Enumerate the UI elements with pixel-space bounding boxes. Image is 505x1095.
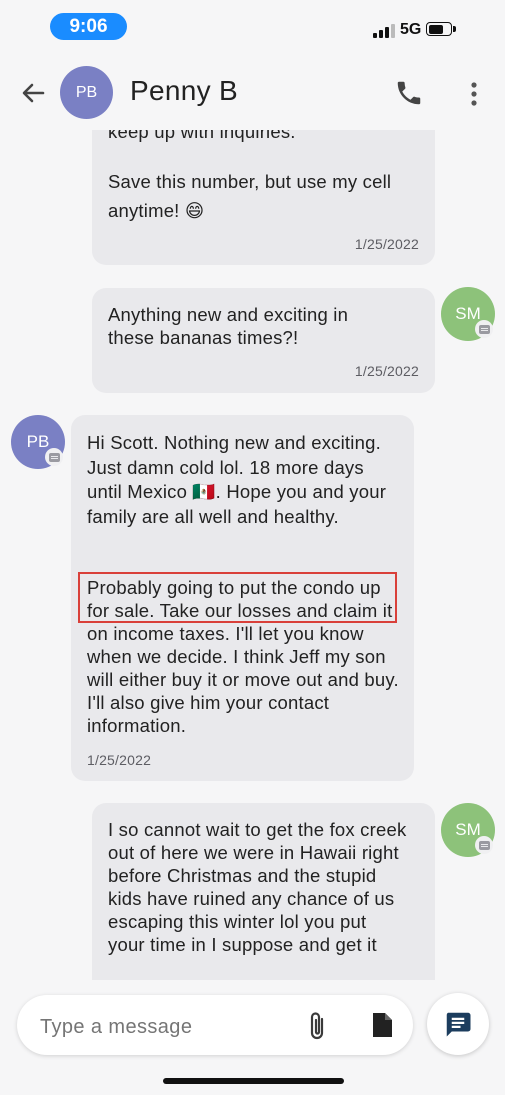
document-icon[interactable] bbox=[370, 1011, 394, 1039]
message-date: 1/25/2022 bbox=[354, 363, 419, 379]
battery-icon bbox=[426, 22, 452, 36]
sms-badge-icon bbox=[475, 836, 493, 854]
message-date: 1/25/2022 bbox=[354, 236, 419, 252]
signal-icon bbox=[373, 24, 395, 38]
message-text: keep up with inquiries. bbox=[108, 130, 296, 142]
more-options-icon[interactable] bbox=[462, 80, 486, 108]
message-input[interactable] bbox=[38, 1013, 292, 1041]
paperclip-icon[interactable] bbox=[305, 1010, 331, 1042]
battery-tip bbox=[453, 26, 456, 32]
sms-badge-icon bbox=[475, 320, 493, 338]
contact-avatar[interactable]: PB bbox=[60, 66, 113, 119]
status-time: 9:06 bbox=[50, 13, 127, 40]
message-text: Save this number, but use my cell anytim… bbox=[108, 171, 392, 221]
message-text: Hi Scott. Nothing new and exciting. Just… bbox=[87, 432, 387, 527]
message-bubble[interactable]: I so cannot wait to get the fox creek ou… bbox=[92, 803, 435, 980]
message-bubble[interactable]: Anything new and exciting in these banan… bbox=[92, 288, 435, 393]
chat-message-icon bbox=[446, 1012, 471, 1037]
message-text: Anything new and exciting in these banan… bbox=[108, 304, 349, 348]
sms-badge-icon bbox=[45, 448, 63, 466]
contact-name[interactable]: Penny B bbox=[130, 75, 238, 107]
message-date: 1/25/2022 bbox=[87, 752, 152, 768]
network-label: 5G bbox=[400, 21, 422, 38]
message-list[interactable]: keep up with inquiries. Save this number… bbox=[0, 130, 505, 980]
back-arrow-icon[interactable] bbox=[18, 78, 48, 108]
chat-send-button[interactable] bbox=[427, 993, 489, 1055]
phone-call-icon[interactable] bbox=[394, 78, 424, 108]
highlight-annotation bbox=[78, 572, 397, 623]
home-indicator[interactable] bbox=[163, 1078, 344, 1084]
message-text: I so cannot wait to get the fox creek ou… bbox=[108, 819, 407, 955]
message-bubble[interactable]: keep up with inquiries. Save this number… bbox=[92, 130, 435, 265]
